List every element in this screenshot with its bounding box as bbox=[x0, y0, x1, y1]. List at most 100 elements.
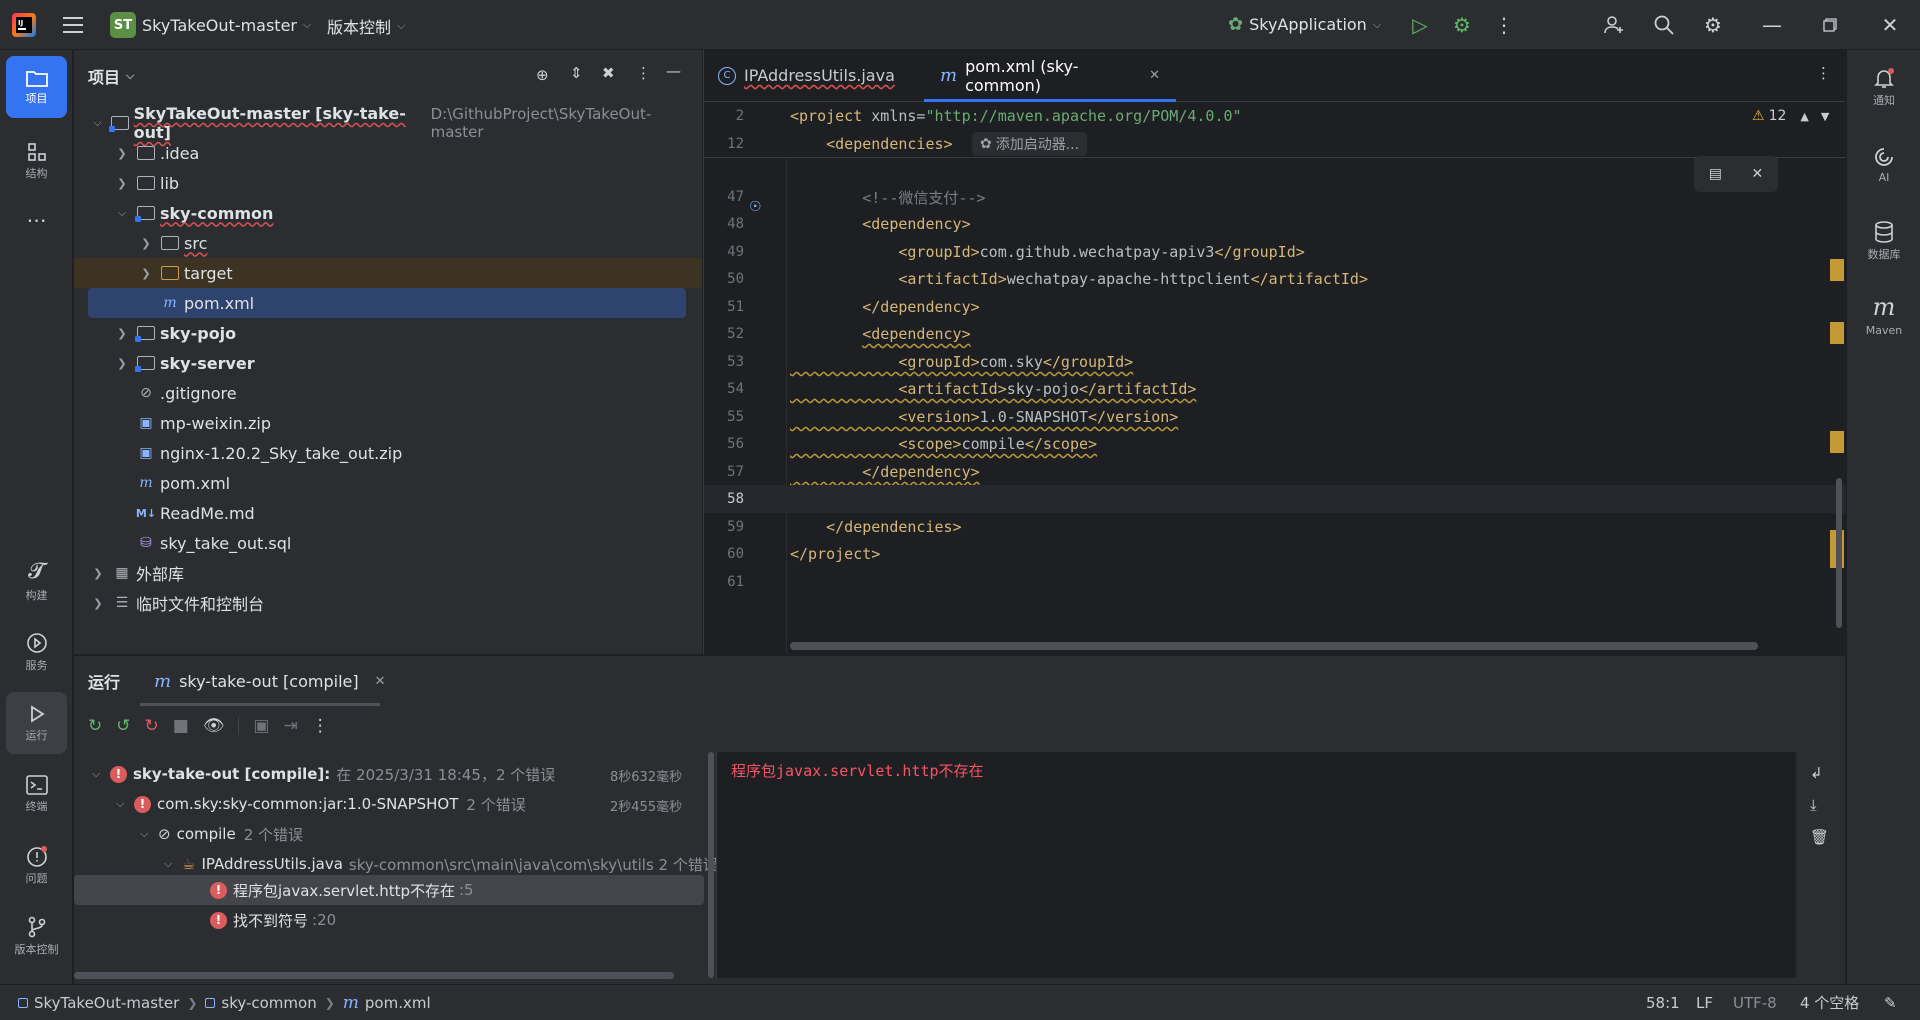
code-line[interactable]: 50 <artifactId>wechatpay-apache-httpclie… bbox=[704, 265, 1846, 293]
breadcrumb-item[interactable]: sky-common bbox=[221, 994, 316, 1012]
vcs-status-icon[interactable]: ✎ bbox=[1884, 994, 1897, 1012]
expand-all-icon[interactable]: ⇕ bbox=[570, 64, 583, 82]
ai-assistant-button[interactable]: AI bbox=[1853, 134, 1915, 196]
eye-icon[interactable]: 👁 bbox=[203, 716, 225, 736]
tree-item-sky-server[interactable]: ❯ sky-server bbox=[74, 348, 686, 378]
chevron-right-icon[interactable]: ❯ bbox=[138, 237, 154, 250]
close-tab-icon[interactable]: ✕ bbox=[1149, 68, 1160, 83]
sticky-line[interactable]: 12 <dependencies> bbox=[704, 130, 1846, 158]
code-line[interactable]: 47 <!--微信支付--> bbox=[704, 183, 1846, 211]
code-line[interactable]: 60 </project> bbox=[704, 540, 1846, 568]
build-tree-error[interactable]: ! 找不到符号 :20 bbox=[210, 905, 336, 935]
collapse-all-icon[interactable]: ✖ bbox=[602, 64, 615, 82]
vertical-scrollbar[interactable] bbox=[1836, 478, 1842, 628]
locate-file-icon[interactable]: ⊕ bbox=[536, 66, 549, 84]
build-tool-button[interactable]: 𝓣 构建 bbox=[6, 550, 67, 612]
warning-stripe-marker[interactable] bbox=[1830, 259, 1844, 281]
chevron-right-icon[interactable]: ❯ bbox=[114, 357, 130, 370]
warning-indicator[interactable]: ⚠ 12 ▲ ▼ bbox=[1752, 108, 1829, 124]
soft-wrap-icon[interactable]: ↲ bbox=[1810, 764, 1823, 782]
tree-item-sky-common[interactable]: ⌵ sky-common bbox=[74, 198, 686, 228]
chevron-up-icon[interactable]: ▲ bbox=[1800, 110, 1808, 123]
rerun-icon[interactable]: ↻ bbox=[88, 716, 102, 736]
chevron-right-icon[interactable]: ❯ bbox=[114, 177, 130, 190]
settings-gear-icon[interactable]: ⚙ bbox=[1693, 5, 1733, 45]
code-line[interactable]: 49 <groupId>com.github.wechatpay-apiv3</… bbox=[704, 238, 1846, 266]
close-tab-icon[interactable]: ✕ bbox=[375, 674, 386, 689]
main-menu-icon[interactable] bbox=[60, 13, 86, 37]
chevron-down-icon[interactable]: ⌵ bbox=[140, 827, 158, 841]
chevron-right-icon[interactable]: ❯ bbox=[90, 567, 106, 580]
chevron-down-icon[interactable]: ⌵ bbox=[164, 857, 182, 871]
tree-item-pom-common[interactable]: m pom.xml bbox=[88, 288, 686, 318]
scroll-to-end-icon[interactable]: ⤓ bbox=[1810, 796, 1817, 814]
code-line[interactable]: 48 <dependency> bbox=[704, 210, 1846, 238]
tree-item-nginx-zip[interactable]: ▣ nginx-1.20.2_Sky_take_out.zip bbox=[74, 438, 686, 468]
console-output[interactable]: 程序包javax.servlet.http不存在 bbox=[716, 752, 1796, 978]
tab-run-config-label[interactable]: m sky-take-out [compile] ✕ bbox=[154, 656, 386, 706]
maven-button[interactable]: m Maven bbox=[1853, 284, 1915, 346]
line-separator[interactable]: LF bbox=[1696, 994, 1713, 1012]
code-line[interactable]: 52 <dependency> bbox=[704, 320, 1846, 348]
build-tree-hscrollbar[interactable] bbox=[74, 972, 674, 979]
debug-icon[interactable]: ⚙ bbox=[1442, 5, 1482, 45]
tab-ipaddressutils[interactable]: C IPAddressUtils.java bbox=[704, 50, 924, 102]
build-tree-compile[interactable]: ⌵ ⊘ compile 2 个错误 bbox=[140, 819, 303, 849]
code-line-current[interactable]: 58 bbox=[704, 485, 1846, 513]
build-tree-module[interactable]: ⌵ ! com.sky:sky-common:jar:1.0-SNAPSHOT … bbox=[116, 789, 526, 819]
more-actions-icon[interactable]: ⋮ bbox=[1484, 5, 1524, 45]
minimize-icon[interactable]: — bbox=[1752, 5, 1792, 45]
chevron-down-icon[interactable]: ⌵ bbox=[126, 69, 134, 83]
close-popup-icon[interactable]: ✕ bbox=[1752, 166, 1764, 182]
sticky-line[interactable]: 2 <project xmlns="http://maven.apache.or… bbox=[704, 102, 1846, 130]
more-run-actions-icon[interactable]: ⋮ bbox=[312, 716, 329, 736]
project-switcher[interactable]: ST SkyTakeOut-master ⌵ bbox=[110, 12, 311, 38]
tree-item-readme[interactable]: M↓ ReadMe.md bbox=[74, 498, 686, 528]
chevron-right-icon[interactable]: ❯ bbox=[90, 597, 106, 610]
horizontal-scrollbar[interactable] bbox=[790, 642, 1758, 650]
chevron-down-icon[interactable]: ▼ bbox=[1821, 110, 1829, 123]
database-button[interactable]: 数据库 bbox=[1853, 210, 1915, 272]
code-line[interactable]: 61 bbox=[704, 568, 1846, 596]
reader-mode-icon[interactable]: ▤ bbox=[1709, 166, 1722, 182]
tree-item-target[interactable]: ❯ target bbox=[74, 258, 702, 288]
chevron-down-icon[interactable]: ⌵ bbox=[92, 767, 110, 781]
chevron-right-icon[interactable]: ❯ bbox=[114, 147, 130, 160]
breadcrumb-item[interactable]: pom.xml bbox=[365, 994, 431, 1012]
warning-stripe-marker[interactable] bbox=[1830, 431, 1844, 453]
chevron-right-icon[interactable]: ❯ bbox=[114, 327, 130, 340]
tree-item-idea[interactable]: ❯ .idea bbox=[74, 138, 686, 168]
chevron-right-icon[interactable]: ❯ bbox=[138, 267, 154, 280]
vcs-menu[interactable]: 版本控制 ⌵ bbox=[327, 14, 405, 38]
run-icon[interactable]: ▷ bbox=[1400, 5, 1440, 45]
tree-item-sql[interactable]: ⛁ sky_take_out.sql bbox=[74, 528, 686, 558]
code-line[interactable]: 55 <version>1.0-SNAPSHOT</version> bbox=[704, 403, 1846, 431]
panel-options-icon[interactable]: ⋮ bbox=[636, 64, 651, 82]
terminal-tool-button[interactable]: 终端 bbox=[6, 763, 67, 825]
tab-pom-common[interactable]: m pom.xml (sky-common) ✕ bbox=[924, 50, 1176, 102]
project-panel-title[interactable]: 项目 bbox=[88, 64, 120, 88]
tree-item-lib[interactable]: ❯ lib bbox=[74, 168, 686, 198]
tab-options-icon[interactable]: ⋮ bbox=[1816, 64, 1831, 82]
problems-tool-button[interactable]: 问题 bbox=[6, 834, 67, 896]
hide-panel-icon[interactable]: — bbox=[666, 62, 681, 80]
chevron-down-icon[interactable]: ⌵ bbox=[116, 797, 134, 811]
run-config-selector[interactable]: ✿ SkyApplication ⌵ bbox=[1228, 14, 1381, 35]
add-user-icon[interactable] bbox=[1594, 5, 1634, 45]
tree-root-project[interactable]: ⌵ SkyTakeOut-master [sky-take-out] D:\Gi… bbox=[74, 104, 686, 142]
more-tools-icon[interactable]: ⋯ bbox=[6, 200, 67, 240]
code-line[interactable]: 57 </dependency> bbox=[704, 458, 1846, 486]
caret-position[interactable]: 58:1 bbox=[1646, 994, 1680, 1012]
rerun-failed-icon[interactable]: ↺ bbox=[116, 716, 130, 736]
file-encoding[interactable]: UTF-8 bbox=[1733, 994, 1777, 1012]
tree-item-src[interactable]: ❯ src bbox=[74, 228, 686, 258]
indent-setting[interactable]: 4 个空格 bbox=[1800, 992, 1859, 1013]
code-line[interactable]: 51 </dependency> bbox=[704, 293, 1846, 321]
code-line[interactable]: 56 <scope>compile</scope> bbox=[704, 430, 1846, 458]
notifications-button[interactable]: 通知 bbox=[1853, 56, 1915, 118]
run-tool-button[interactable]: 运行 bbox=[6, 692, 67, 754]
tree-item-sky-pojo[interactable]: ❯ sky-pojo bbox=[74, 318, 686, 348]
tree-item-external-libraries[interactable]: ❯ ▦ 外部库 bbox=[74, 558, 686, 588]
code-line[interactable]: 53 <groupId>com.sky</groupId> bbox=[704, 348, 1846, 376]
inlay-hint[interactable]: ✿ 添加启动器... bbox=[972, 132, 1088, 156]
